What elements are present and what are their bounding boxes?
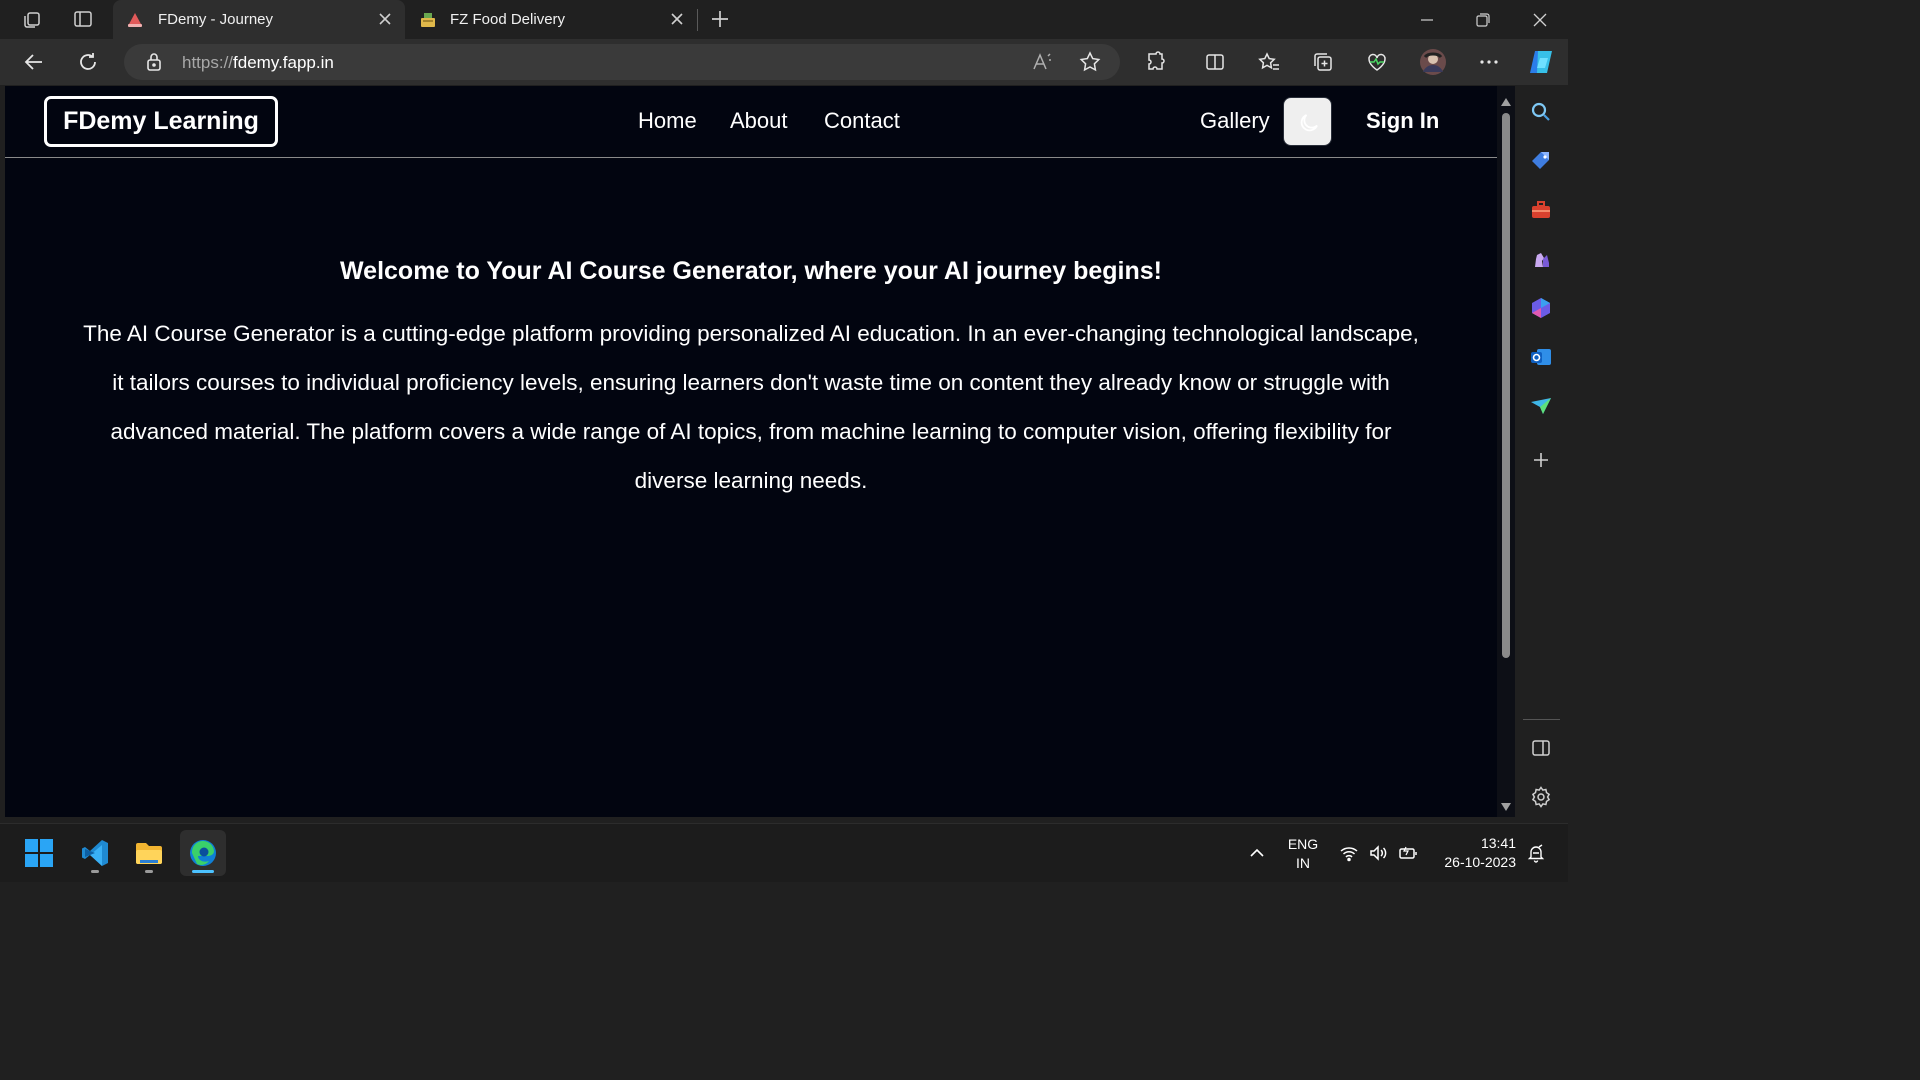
hero-description: The AI Course Generator is a cutting-edg…: [83, 321, 1419, 493]
page-scrollbar[interactable]: [1497, 86, 1515, 817]
microsoft-365-icon[interactable]: [1529, 296, 1553, 320]
folder-icon: [136, 843, 162, 864]
back-icon[interactable]: [22, 50, 46, 74]
lock-icon[interactable]: [142, 50, 166, 74]
language-region[interactable]: IN: [1286, 855, 1320, 871]
page-viewport: FDemy Learning Home About Contact Galler…: [5, 86, 1497, 817]
tools-icon[interactable]: [1529, 198, 1553, 222]
tab-strip: FDemy - Journey FZ Food Delivery: [0, 0, 1568, 39]
start-button[interactable]: [16, 830, 62, 876]
browser-essentials-icon[interactable]: [1365, 50, 1389, 74]
tab-fz-food-delivery[interactable]: FZ Food Delivery: [405, 0, 697, 39]
profile-avatar[interactable]: [1419, 48, 1447, 76]
taskbar-vscode[interactable]: [72, 830, 118, 876]
clock-date[interactable]: 26-10-2023: [1430, 854, 1516, 870]
language-code[interactable]: ENG: [1286, 836, 1320, 852]
moon-icon: [1300, 114, 1318, 132]
minimize-icon[interactable]: [1416, 9, 1438, 31]
workspaces-icon[interactable]: [21, 8, 43, 30]
theme-toggle-button[interactable]: [1283, 97, 1332, 146]
copilot-icon[interactable]: [1526, 48, 1556, 76]
browser-window: FDemy - Journey FZ Food Delivery https:/…: [0, 0, 1568, 882]
favorite-star-icon[interactable]: [1078, 50, 1102, 74]
brand-logo-link[interactable]: FDemy Learning: [44, 96, 278, 147]
shopping-tag-icon[interactable]: [1529, 149, 1553, 173]
battery-icon[interactable]: [1398, 843, 1418, 863]
tab-title: FZ Food Delivery: [450, 11, 566, 28]
show-hidden-icons-chevron-icon[interactable]: [1247, 843, 1267, 863]
volume-icon[interactable]: [1368, 843, 1388, 863]
split-screen-icon[interactable]: [1203, 50, 1227, 74]
url-host: fdemy.fapp.in: [233, 53, 334, 72]
notifications-icon[interactable]: [1526, 843, 1546, 863]
favorites-icon[interactable]: [1257, 50, 1281, 74]
hero-heading: Welcome to Your AI Course Generator, whe…: [340, 257, 1162, 285]
running-indicator: [145, 870, 153, 873]
collections-icon[interactable]: [1311, 50, 1335, 74]
taskbar-file-explorer[interactable]: [126, 830, 172, 876]
settings-gear-icon[interactable]: [1529, 785, 1553, 809]
taskbar-edge[interactable]: [180, 830, 226, 876]
scroll-down-arrow-icon[interactable]: [1500, 799, 1512, 811]
read-aloud-icon[interactable]: [1030, 50, 1054, 74]
restore-icon[interactable]: [1472, 9, 1494, 31]
tab-fdemy-journey[interactable]: FDemy - Journey: [113, 0, 405, 39]
scroll-thumb[interactable]: [1502, 113, 1510, 658]
browser-toolbar: https://fdemy.fapp.in: [0, 39, 1568, 85]
games-icon[interactable]: [1529, 247, 1553, 271]
nav-contact-link[interactable]: Contact: [824, 108, 900, 134]
more-options-icon[interactable]: [1477, 50, 1501, 74]
wifi-icon[interactable]: [1339, 843, 1359, 863]
tab-title: FDemy - Journey: [158, 11, 274, 28]
search-icon[interactable]: [1529, 100, 1553, 124]
sidebar-divider: [1523, 719, 1560, 720]
sign-in-link[interactable]: Sign In: [1366, 108, 1439, 134]
extensions-icon[interactable]: [1144, 50, 1168, 74]
vscode-icon: [82, 840, 108, 866]
outlook-icon[interactable]: [1529, 345, 1553, 369]
clock-time[interactable]: 13:41: [1440, 835, 1516, 851]
url-text[interactable]: https://fdemy.fapp.in: [182, 53, 334, 73]
add-sidebar-app-icon[interactable]: [1529, 448, 1553, 472]
fdemy-favicon-icon: [125, 10, 145, 30]
refresh-icon[interactable]: [76, 50, 100, 74]
edge-browser-icon: [190, 840, 216, 866]
tab-divider: [697, 9, 698, 31]
tab-actions-icon[interactable]: [72, 8, 94, 30]
active-indicator: [192, 870, 214, 873]
new-tab-icon[interactable]: [709, 8, 731, 30]
food-delivery-favicon-icon: [418, 10, 438, 30]
drop-send-icon[interactable]: [1529, 394, 1553, 418]
hide-sidebar-icon[interactable]: [1529, 736, 1553, 760]
close-tab-icon[interactable]: [375, 9, 395, 29]
running-indicator: [91, 870, 99, 873]
nav-gallery-link[interactable]: Gallery: [1200, 108, 1270, 134]
site-header: FDemy Learning Home About Contact Galler…: [5, 86, 1497, 158]
scroll-up-arrow-icon[interactable]: [1500, 94, 1512, 106]
windows-logo-icon: [25, 839, 53, 867]
nav-home-link[interactable]: Home: [638, 108, 697, 134]
address-bar[interactable]: https://fdemy.fapp.in: [124, 44, 1120, 80]
windows-taskbar: ENG IN 13:41 26-10-2023: [0, 823, 1568, 882]
close-window-icon[interactable]: [1529, 9, 1551, 31]
close-tab-icon[interactable]: [667, 9, 687, 29]
url-scheme: https://: [182, 53, 234, 72]
nav-about-link[interactable]: About: [730, 108, 788, 134]
edge-sidebar: [1515, 86, 1568, 823]
